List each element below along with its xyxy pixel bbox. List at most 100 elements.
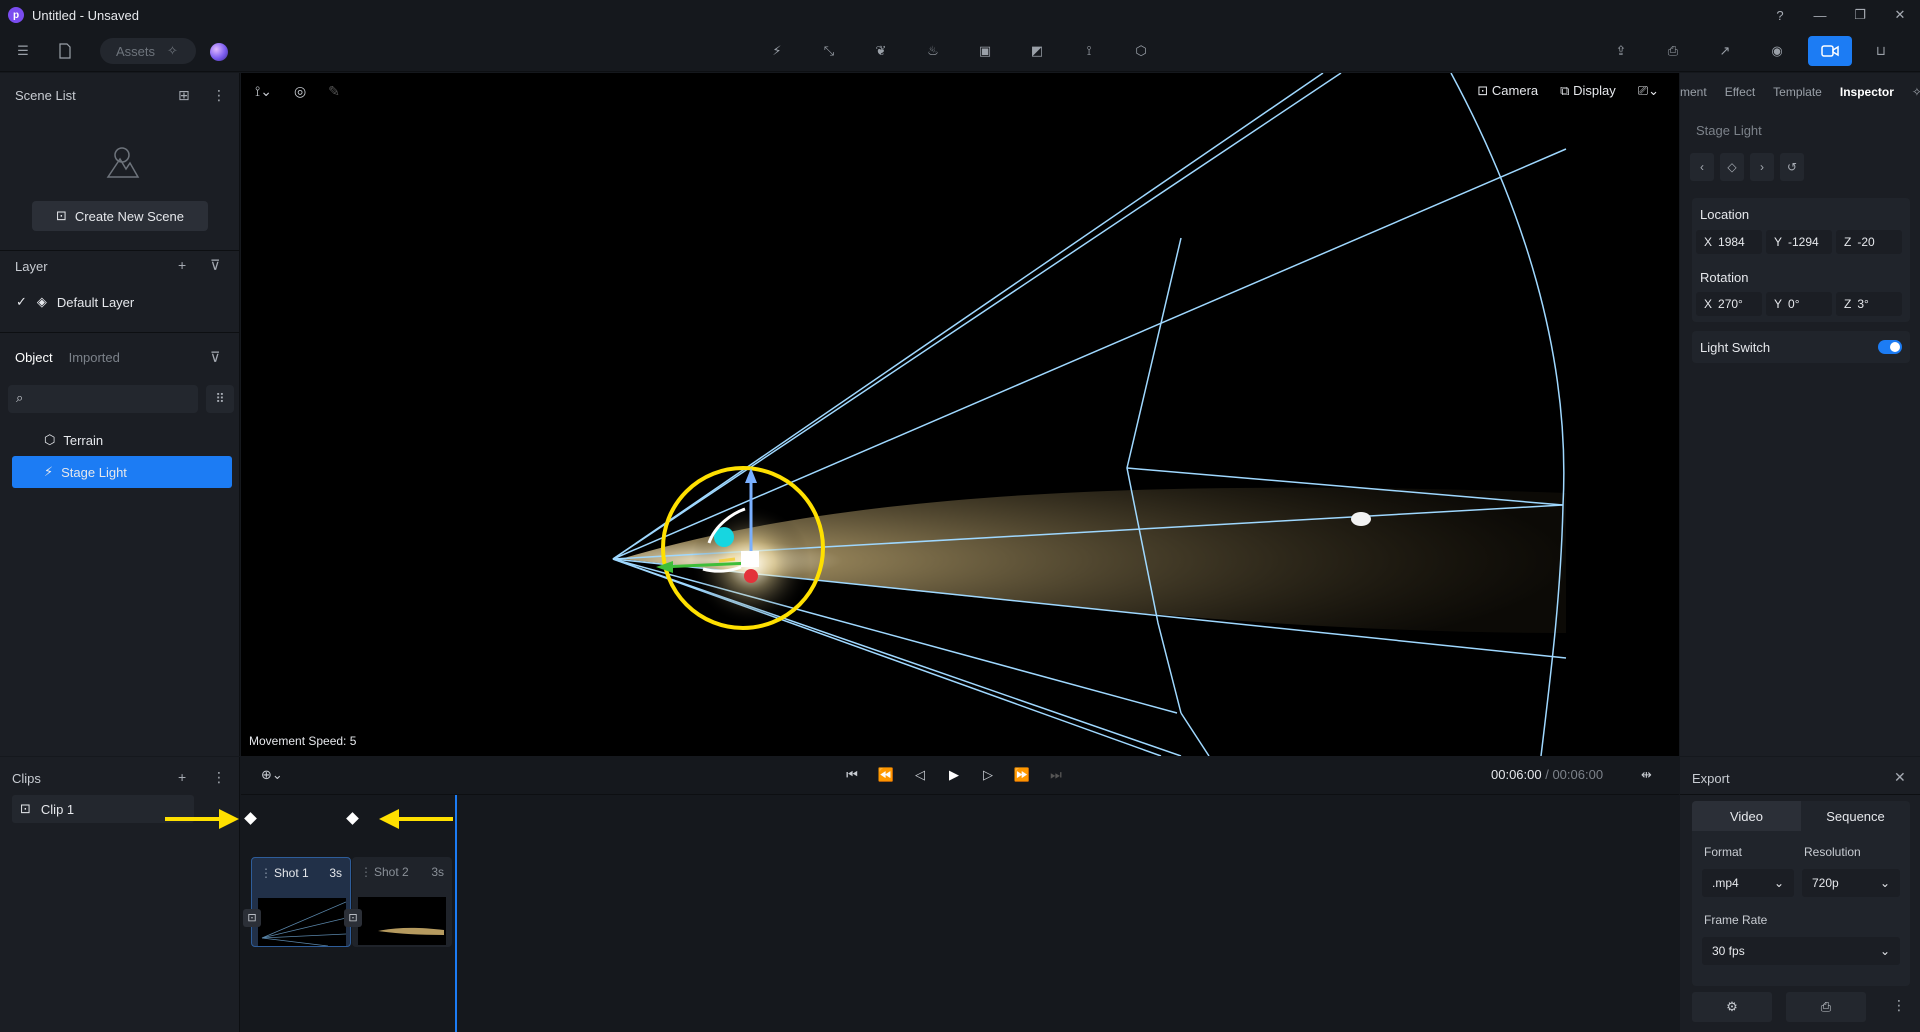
spotlight-tool-icon[interactable]: ⟟ — [1076, 38, 1102, 64]
shot-1[interactable]: ⋮ Shot 1 3s — [251, 857, 351, 947]
chevron-down-icon: ⌄ — [1773, 876, 1784, 890]
target-handle[interactable] — [1351, 512, 1371, 526]
export-header: Export — [1692, 771, 1730, 786]
location-x-value: 1984 — [1718, 235, 1745, 249]
drag-handle-icon[interactable]: ⋮ — [360, 865, 372, 879]
image-tool-icon[interactable]: ◩ — [1024, 38, 1050, 64]
shot-camera-icon[interactable]: ⊡ — [243, 909, 261, 927]
movement-speed-label: Movement Speed: 5 — [249, 734, 357, 748]
more-icon[interactable]: ⋮ — [1892, 997, 1906, 1014]
save-cloud-icon[interactable]: ⇪ — [1608, 38, 1634, 64]
inbox-icon[interactable]: ⊔ — [1868, 38, 1894, 64]
tab-inspector[interactable]: Inspector — [1840, 85, 1894, 99]
filter-icon[interactable]: ⊽ — [210, 257, 220, 274]
prev-frame-icon[interactable]: ◁ — [909, 767, 931, 783]
rotation-x-field[interactable]: X 270° — [1696, 292, 1762, 316]
object-item-terrain[interactable]: ⬡ Terrain — [12, 424, 232, 456]
globe-icon[interactable]: ◎ — [294, 83, 306, 100]
tab-video[interactable]: Video — [1692, 801, 1801, 831]
transform-axis-icon[interactable]: ⟟⌄ — [255, 83, 272, 100]
skip-start-icon[interactable]: ⏮ — [841, 767, 863, 783]
ai-icon[interactable]: ✧ — [1912, 85, 1920, 99]
clips-header: Clips — [12, 771, 41, 786]
split-icon[interactable]: ⇹ — [1641, 767, 1652, 783]
view-options-icon[interactable]: ⎚⌄ — [1638, 83, 1659, 99]
keyframe-marker[interactable] — [346, 812, 359, 825]
skip-end-icon[interactable]: ⏭ — [1045, 767, 1067, 783]
add-clip-icon[interactable]: + — [178, 769, 186, 785]
tab-sequence[interactable]: Sequence — [1801, 801, 1910, 831]
object-item-stage-light[interactable]: ⚡ Stage Light — [12, 456, 232, 488]
terrain-tool-icon[interactable]: ⬡ — [1128, 38, 1154, 64]
assets-label: Assets — [116, 43, 156, 59]
camera-button[interactable]: ⊡ Camera — [1477, 83, 1538, 99]
tab-object[interactable]: Object — [15, 350, 53, 365]
drag-handle-icon[interactable]: ⋮ — [260, 866, 272, 880]
assets-button[interactable]: Assets ✧ — [100, 38, 196, 64]
tab-effect[interactable]: Effect — [1725, 85, 1755, 99]
scene-add-icon[interactable]: ⊞ — [178, 87, 190, 104]
shot-camera-icon[interactable]: ⊡ — [344, 909, 362, 927]
export-settings-card: Video Sequence Format Resolution .mp4 ⌄ 7… — [1692, 801, 1910, 986]
format-select[interactable]: .mp4 ⌄ — [1702, 869, 1794, 897]
play-icon[interactable]: ▶ — [943, 767, 965, 783]
shot-2[interactable]: ⋮ Shot 2 3s — [352, 857, 452, 947]
rewind-icon[interactable]: ⏪ — [875, 767, 897, 783]
minimize-button[interactable]: — — [1800, 8, 1840, 23]
close-button[interactable]: ✕ — [1880, 7, 1920, 23]
light-switch-toggle[interactable] — [1878, 340, 1902, 354]
location-z-field[interactable]: Z -20 — [1836, 230, 1902, 254]
object-search-input[interactable]: ⌕ — [8, 385, 198, 413]
fire-tool-icon[interactable]: ♨ — [920, 38, 946, 64]
display-icon: ⧉ — [1560, 83, 1574, 98]
new-file-icon[interactable] — [52, 38, 78, 64]
pen-icon[interactable]: ✎ — [328, 83, 340, 100]
left-panel: Scene List ⊞ ⋮ ⊡ Create New Scene Layer … — [0, 73, 240, 756]
fast-forward-icon[interactable]: ⏩ — [1011, 767, 1033, 783]
tab-imported[interactable]: Imported — [69, 350, 120, 365]
grid-view-button[interactable]: ⠿ — [206, 385, 234, 413]
display-button[interactable]: ⧉ Display — [1560, 83, 1616, 99]
add-shot-icon[interactable]: ⊕⌄ — [261, 767, 283, 783]
next-frame-icon[interactable]: ▷ — [977, 767, 999, 783]
more-icon[interactable]: ⋮ — [212, 87, 226, 104]
keyframe-marker[interactable] — [244, 812, 257, 825]
menu-icon[interactable]: ☰ — [10, 38, 36, 64]
create-new-scene-button[interactable]: ⊡ Create New Scene — [32, 201, 208, 231]
framerate-select[interactable]: 30 fps ⌄ — [1702, 937, 1900, 965]
light-tool-icon[interactable]: ⚡ — [764, 38, 790, 64]
layer-item-default[interactable]: ✓ ◈ Default Layer — [16, 294, 134, 310]
resolution-select[interactable]: 720p ⌄ — [1802, 869, 1900, 897]
timeline-panel: ⊕⌄ ⏮ ⏪ ◁ ▶ ▷ ⏩ ⏭ 00:06:00 / 00:06:00 ⇹ ⋮… — [165, 757, 1679, 1032]
transform-card: Location X 1984 Y -1294 Z -20 Rotation X 270… — [1692, 198, 1910, 322]
help-icon[interactable]: ? — [1760, 8, 1800, 23]
tab-element[interactable]: ment — [1680, 85, 1707, 99]
close-icon[interactable]: ✕ — [1894, 769, 1906, 786]
rotation-y-field[interactable]: Y 0° — [1766, 292, 1832, 316]
location-x-field[interactable]: X 1984 — [1696, 230, 1762, 254]
screenshot-icon[interactable]: ◉ — [1764, 38, 1790, 64]
export-render-button[interactable]: ⎙ — [1786, 992, 1866, 1022]
3d-viewport[interactable]: ⟟⌄ ◎ ✎ ⊡ Camera ⧉ Display ⎚⌄ Movement Sp… — [241, 73, 1679, 756]
next-keyframe-icon[interactable]: › — [1750, 153, 1774, 181]
keyframe-icon[interactable]: ◇ — [1720, 153, 1744, 181]
tab-template[interactable]: Template — [1773, 85, 1822, 99]
ai-orb-icon[interactable] — [210, 43, 228, 61]
render-icon[interactable]: ⎙ — [1660, 38, 1686, 64]
camera-tool-icon[interactable]: ▣ — [972, 38, 998, 64]
divider — [1680, 794, 1920, 795]
maximize-button[interactable]: ❐ — [1840, 7, 1880, 23]
more-icon[interactable]: ⋮ — [212, 769, 226, 786]
video-record-button[interactable] — [1808, 36, 1852, 66]
export-settings-button[interactable]: ⚙ — [1692, 992, 1772, 1022]
path-tool-icon[interactable]: ⤡ — [816, 38, 842, 64]
location-y-field[interactable]: Y -1294 — [1766, 230, 1832, 254]
reset-icon[interactable]: ↺ — [1780, 153, 1804, 181]
prev-keyframe-icon[interactable]: ‹ — [1690, 153, 1714, 181]
rotation-z-field[interactable]: Z 3° — [1836, 292, 1902, 316]
add-layer-icon[interactable]: + — [178, 257, 186, 273]
playhead[interactable] — [455, 795, 457, 1032]
share-icon[interactable]: ↗ — [1712, 38, 1738, 64]
collapse-icon[interactable]: ⊽ — [210, 349, 220, 366]
leaf-tool-icon[interactable]: ❦ — [868, 38, 894, 64]
